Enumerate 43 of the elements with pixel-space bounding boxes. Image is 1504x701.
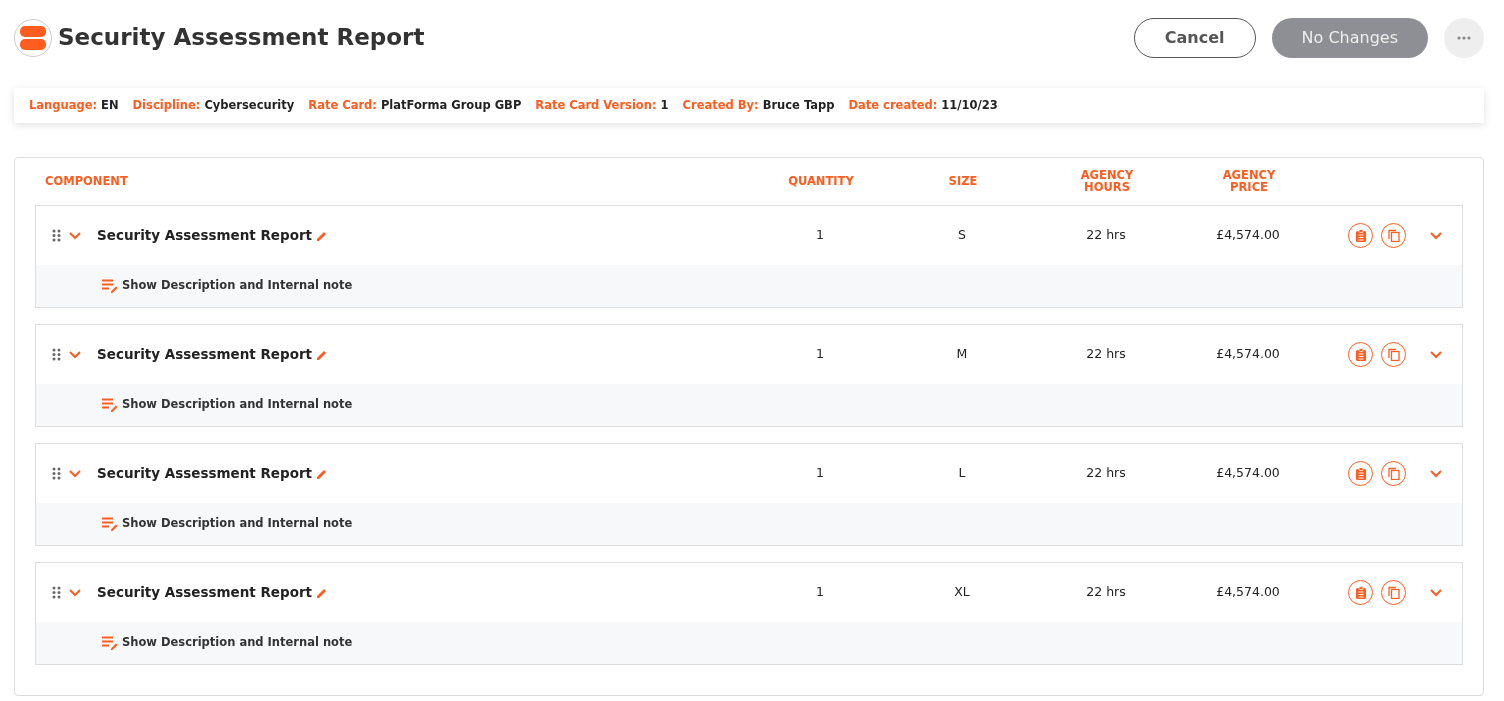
- quantity-cell-text: 1: [815, 464, 825, 483]
- column-header: COMPONENT: [44, 174, 128, 188]
- info-label: Date created:: [848, 96, 938, 114]
- price-cell-text: £4,574.00: [1215, 583, 1281, 602]
- size-cell-text: L: [957, 464, 967, 483]
- quantity-cell-text: 1: [815, 345, 825, 364]
- component-name: Security Assessment Report: [97, 226, 313, 246]
- hours-cell-text: 22 hrs: [1085, 345, 1127, 364]
- show-description-link[interactable]: Show Description and Internal note: [102, 396, 353, 414]
- hours-cell-text: 22 hrs: [1085, 583, 1127, 602]
- hours-cell-text: 22 hrs: [1085, 226, 1127, 245]
- price-cell-text: £4,574.00: [1215, 345, 1281, 364]
- info-value: PlatForma Group GBP: [380, 96, 522, 114]
- column-header: QUANTITY: [788, 174, 854, 188]
- cancel-button[interactable]: Cancel: [1133, 18, 1256, 58]
- show-description-link[interactable]: Show Description and Internal note: [102, 515, 353, 533]
- page-title: Security Assessment Report: [58, 24, 425, 52]
- column-header: AGENCY HOURS: [1079, 168, 1135, 194]
- component-name: Security Assessment Report: [97, 583, 313, 603]
- size-cell-text: M: [955, 345, 969, 364]
- info-value: 11/10/23: [941, 96, 998, 114]
- show-description-link[interactable]: Show Description and Internal note: [102, 277, 353, 295]
- info-value: EN: [101, 96, 119, 114]
- info-value: Cybersecurity: [204, 96, 295, 114]
- component-name: Security Assessment Report: [97, 345, 313, 365]
- info-value: 1: [660, 96, 669, 114]
- quantity-cell-text: 1: [815, 583, 825, 602]
- component-name: Security Assessment Report: [97, 464, 313, 484]
- column-header: SIZE: [948, 174, 978, 188]
- hours-cell-text: 22 hrs: [1085, 464, 1127, 483]
- info-value: Bruce Tapp: [762, 96, 835, 114]
- size-cell-text: S: [957, 226, 967, 245]
- info-label: Rate Card Version:: [535, 96, 657, 114]
- info-label: Language:: [29, 96, 98, 114]
- info-label: Discipline:: [132, 96, 201, 114]
- info-label: Rate Card:: [308, 96, 377, 114]
- quantity-cell-text: 1: [815, 226, 825, 245]
- info-label: Created By:: [682, 96, 759, 114]
- price-cell-text: £4,574.00: [1215, 226, 1281, 245]
- column-header: AGENCY PRICE: [1221, 168, 1277, 194]
- price-cell-text: £4,574.00: [1215, 464, 1281, 483]
- show-description-link[interactable]: Show Description and Internal note: [102, 634, 353, 652]
- size-cell-text: XL: [953, 583, 971, 602]
